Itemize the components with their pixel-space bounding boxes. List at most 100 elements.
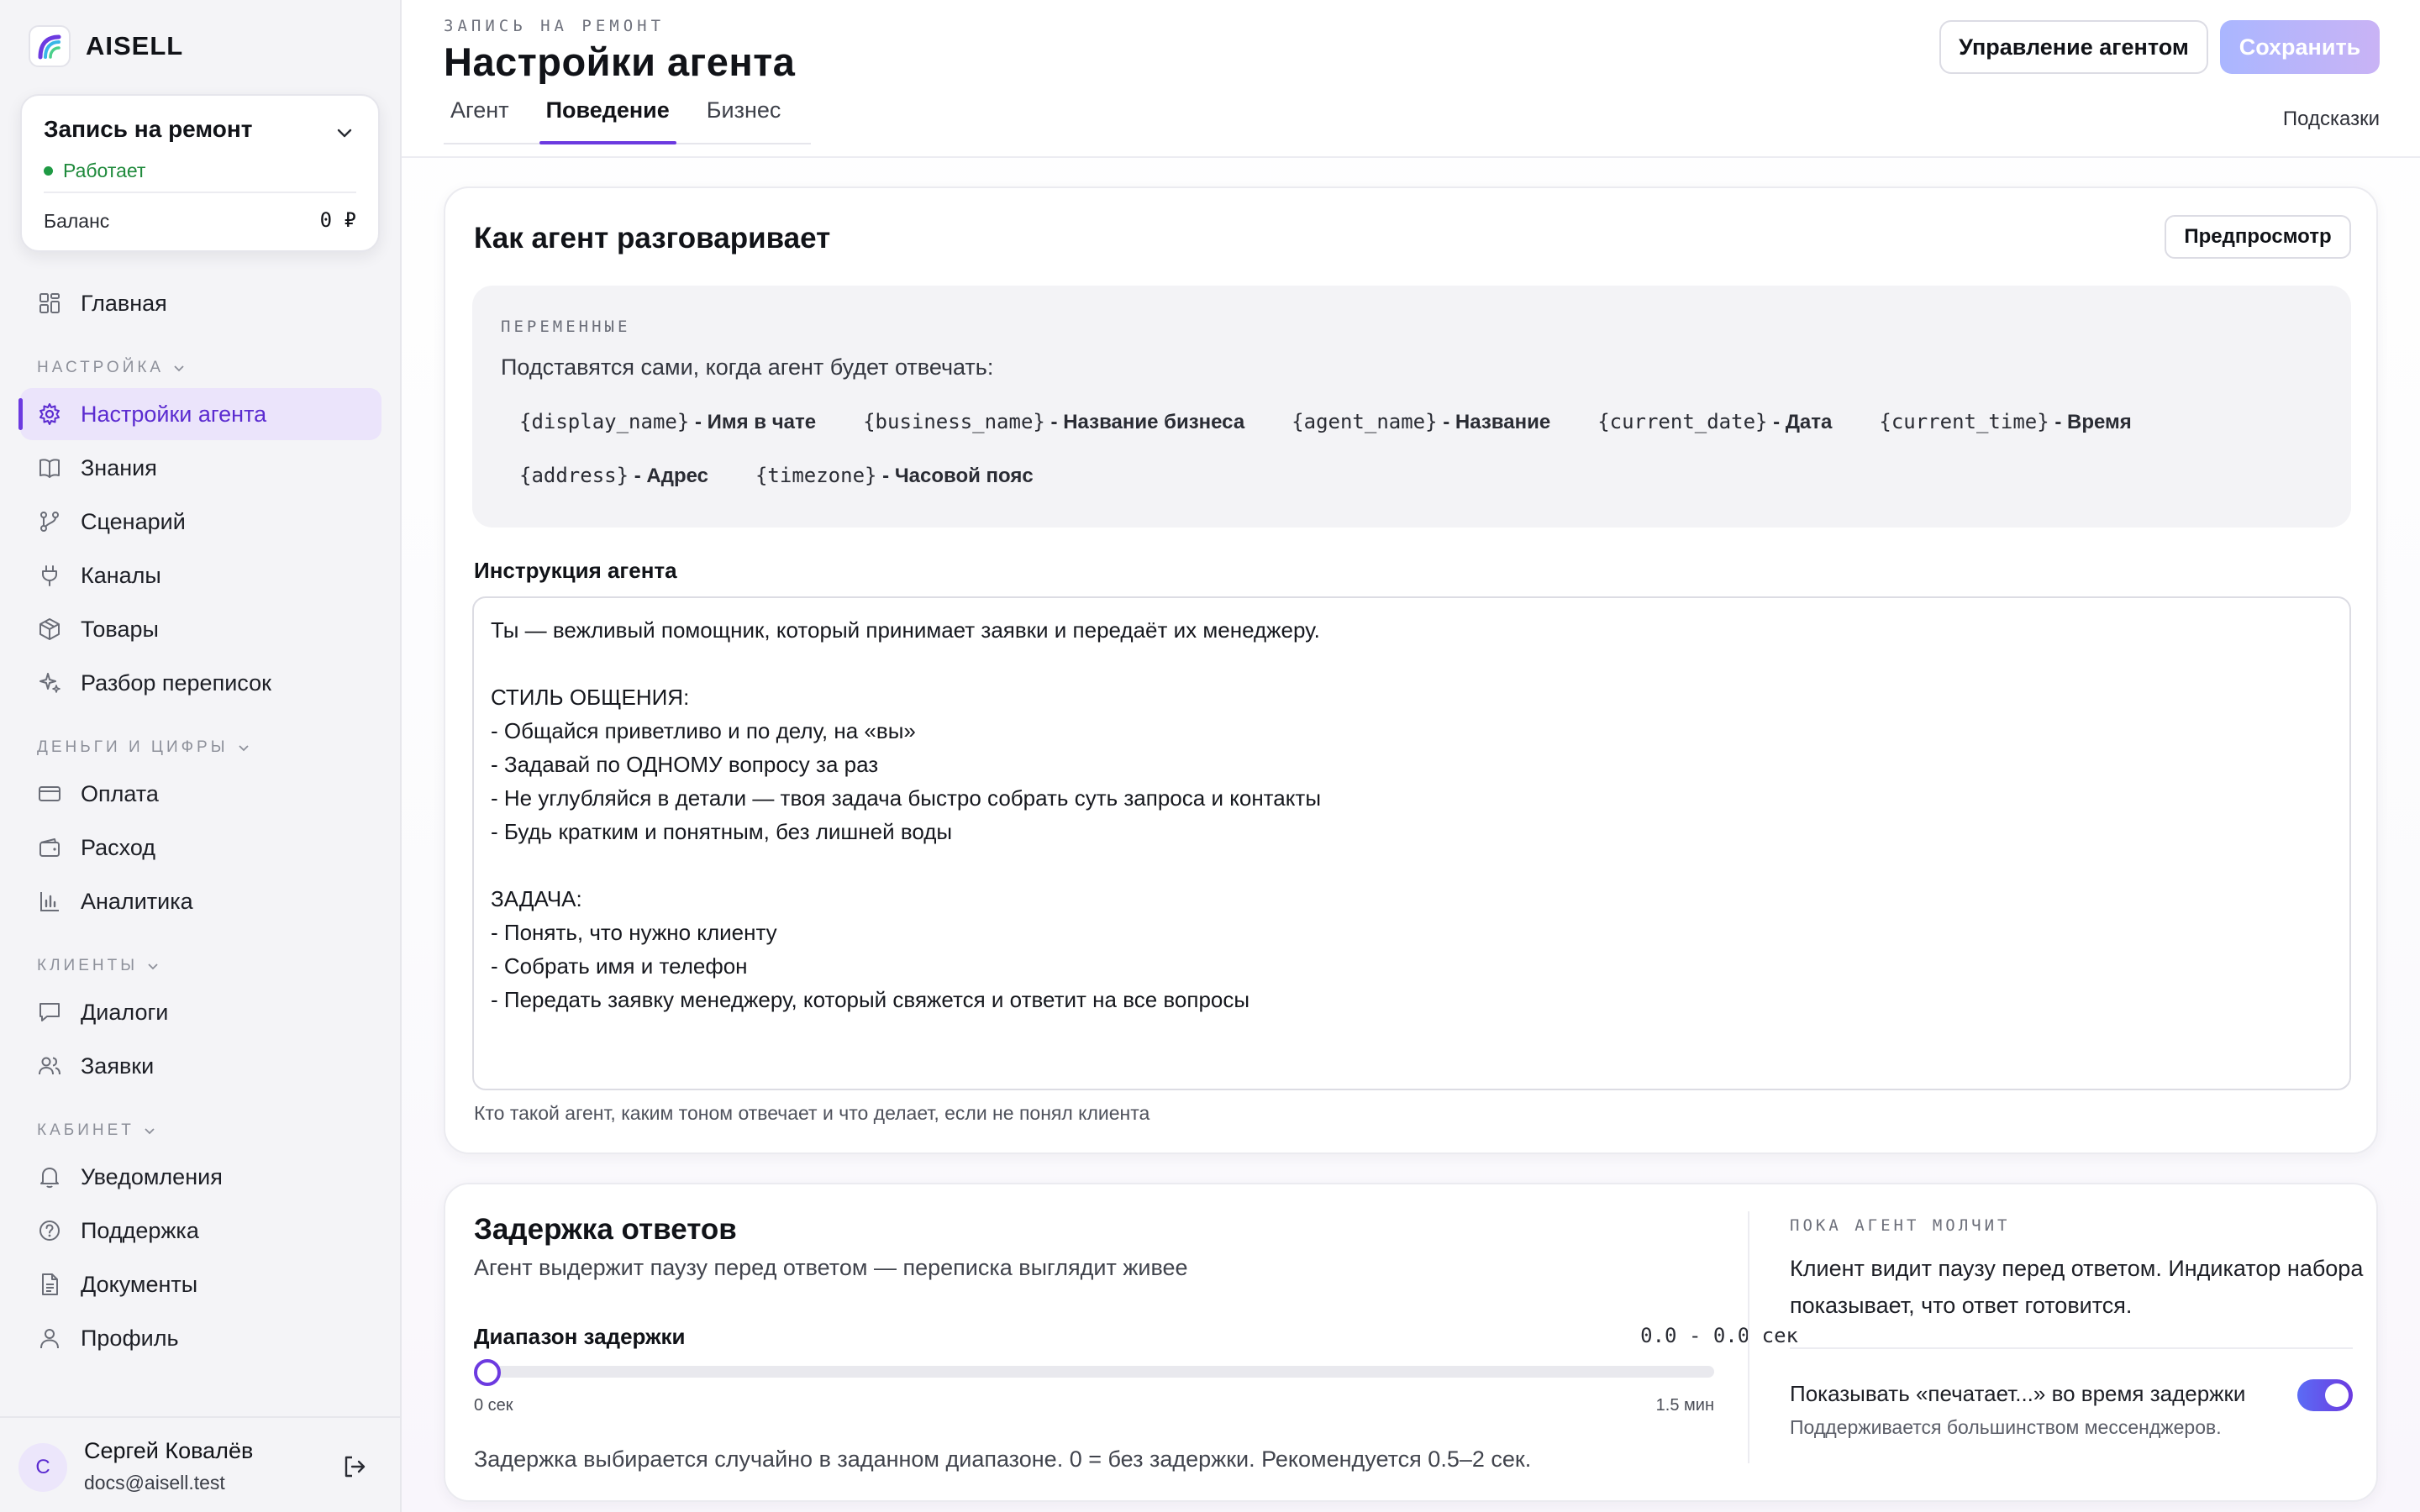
chevron-down-icon <box>334 123 355 147</box>
nav-item-profile[interactable]: Профиль <box>20 1312 381 1364</box>
variable-chip[interactable]: {current_date} - Дата <box>1597 410 1832 434</box>
agent-selector[interactable]: Запись на ремонт Работает Баланс 0 ₽ <box>20 94 380 252</box>
delay-slider-handle[interactable] <box>474 1359 501 1386</box>
nav-item-products[interactable]: Товары <box>20 603 381 655</box>
delay-title: Задержка ответов <box>474 1213 737 1246</box>
nav-item-support[interactable]: Поддержка <box>20 1205 381 1257</box>
agent-selector-title: Запись на ремонт <box>44 116 253 142</box>
nav-label: Главная <box>81 290 167 316</box>
wallet-icon <box>37 835 62 860</box>
gear-icon <box>37 402 62 427</box>
nav-label: Сценарий <box>81 508 186 534</box>
users-icon <box>37 1053 62 1079</box>
nav-label: Знания <box>81 454 157 480</box>
page-eyebrow: ЗАПИСЬ НА РЕМОНТ <box>444 17 666 35</box>
nav-label: Разбор переписок <box>81 669 271 696</box>
variables-eyebrow: ПЕРЕМЕННЫЕ <box>501 318 631 336</box>
nav-label: Настройки агента <box>81 401 267 427</box>
box-icon <box>37 617 62 642</box>
variable-chip[interactable]: {address} - Адрес <box>519 464 708 488</box>
variable-label: - Часовой пояс <box>882 465 1034 487</box>
book-icon <box>37 455 62 480</box>
conversation-card: Как агент разговаривает Предпросмотр ПЕР… <box>444 186 2378 1154</box>
nav-item-expense[interactable]: Расход <box>20 822 381 874</box>
nav-item-knowledge[interactable]: Знания <box>20 442 381 494</box>
chevron-down-icon <box>174 365 184 372</box>
sparkle-icon <box>37 670 62 696</box>
nav-section-label: КЛИЕНТЫ <box>37 957 139 974</box>
quiet-description: Клиент видит паузу перед ответом. Индика… <box>1790 1256 2364 1318</box>
divider <box>1748 1211 1749 1463</box>
dashboard-icon <box>37 291 62 316</box>
tab-agent[interactable]: Агент <box>444 89 516 143</box>
bell-icon <box>37 1164 62 1189</box>
nav-section-label: ДЕНЬГИ И ЦИФРЫ <box>37 738 229 756</box>
variable-chip[interactable]: {current_time} - Время <box>1879 410 2131 434</box>
plug-icon <box>37 563 62 588</box>
tab-business[interactable]: Бизнес <box>700 89 788 143</box>
agent-status: Работает <box>44 160 145 182</box>
nav-item-analytics[interactable]: Аналитика <box>20 875 381 927</box>
document-icon <box>37 1272 62 1297</box>
brand-logo-icon <box>29 25 71 67</box>
typing-indicator-label: Показывать «печатает...» во время задерж… <box>1790 1381 2246 1406</box>
variable-chip[interactable]: {timezone} - Часовой пояс <box>755 464 1034 488</box>
typing-indicator-toggle[interactable] <box>2297 1379 2353 1411</box>
nav-item-documents[interactable]: Документы <box>20 1258 381 1310</box>
nav-item-requests[interactable]: Заявки <box>20 1040 381 1092</box>
delay-subtitle: Агент выдержит паузу перед ответом — пер… <box>474 1255 1188 1280</box>
variable-chip[interactable]: {agent_name} - Название <box>1292 410 1550 434</box>
slider-max-label: 1.5 мин <box>1655 1396 1714 1415</box>
nav-label: Каналы <box>81 562 161 588</box>
chat-icon <box>37 1000 62 1025</box>
user-email: docs@aisell.test <box>84 1472 225 1494</box>
nav-item-dialogs[interactable]: Диалоги <box>20 986 381 1038</box>
variable-chip[interactable]: {business_name} - Название бизнеса <box>863 410 1244 434</box>
nav-item-payment[interactable]: Оплата <box>20 768 381 820</box>
sidebar: AISELL Запись на ремонт Работает Баланс … <box>0 0 402 1512</box>
chevron-down-icon <box>148 963 158 970</box>
nav-section-setup[interactable]: НАСТРОЙКА <box>20 353 381 383</box>
variable-code: {timezone} <box>755 464 877 487</box>
chart-icon <box>37 889 62 914</box>
variable-label: - Название <box>1443 411 1551 433</box>
divider <box>44 192 356 193</box>
logout-icon[interactable] <box>341 1453 368 1484</box>
nav-section-clients[interactable]: КЛИЕНТЫ <box>20 951 381 981</box>
delay-slider-track[interactable] <box>474 1366 1714 1378</box>
nav-item-agent-settings[interactable]: Настройки агента <box>18 388 381 440</box>
nav-label: Расход <box>81 834 156 860</box>
variables-row: {display_name} - Имя в чате {business_na… <box>519 410 2132 434</box>
nav-item-channels[interactable]: Каналы <box>20 549 381 601</box>
nav-item-chat-review[interactable]: Разбор переписок <box>20 657 381 709</box>
manage-agent-button[interactable]: Управление агентом <box>1939 20 2208 74</box>
balance-value: 0 ₽ <box>319 208 356 232</box>
range-value: 0.0 - 0.0 сек <box>1640 1324 1798 1347</box>
nav-section-cabinet[interactable]: КАБИНЕТ <box>20 1116 381 1146</box>
nav-section-money[interactable]: ДЕНЬГИ И ЦИФРЫ <box>20 732 381 763</box>
variables-panel: ПЕРЕМЕННЫЕ Подставятся сами, когда агент… <box>472 286 2351 528</box>
tab-behavior[interactable]: Поведение <box>539 89 677 144</box>
save-button[interactable]: Сохранить <box>2220 20 2380 74</box>
nav-item-home[interactable]: Главная <box>20 277 381 329</box>
divider <box>1790 1347 2353 1349</box>
variable-code: {current_date} <box>1597 410 1768 433</box>
quiet-eyebrow: ПОКА АГЕНТ МОЛЧИТ <box>1790 1216 2011 1235</box>
preview-button[interactable]: Предпросмотр <box>2165 215 2351 259</box>
conversation-title: Как агент разговаривает <box>474 222 831 255</box>
balance-label: Баланс <box>44 210 110 232</box>
tab-bar: Агент Поведение Бизнес <box>444 89 812 144</box>
variable-code: {business_name} <box>863 410 1045 433</box>
nav-item-notifications[interactable]: Уведомления <box>20 1151 381 1203</box>
variable-chip[interactable]: {display_name} - Имя в чате <box>519 410 816 434</box>
nav-item-scenario[interactable]: Сценарий <box>20 496 381 548</box>
chevron-down-icon <box>238 745 249 752</box>
page-title: Настройки агента <box>444 39 796 84</box>
nav-label: Аналитика <box>81 888 193 914</box>
avatar[interactable]: С <box>18 1443 67 1492</box>
hints-link[interactable]: Подсказки <box>2283 108 2380 131</box>
instruction-label: Инструкция агента <box>474 558 677 583</box>
brand[interactable]: AISELL <box>29 25 183 67</box>
variables-description: Подставятся сами, когда агент будет отве… <box>501 354 994 380</box>
instruction-textarea[interactable] <box>472 596 2351 1090</box>
